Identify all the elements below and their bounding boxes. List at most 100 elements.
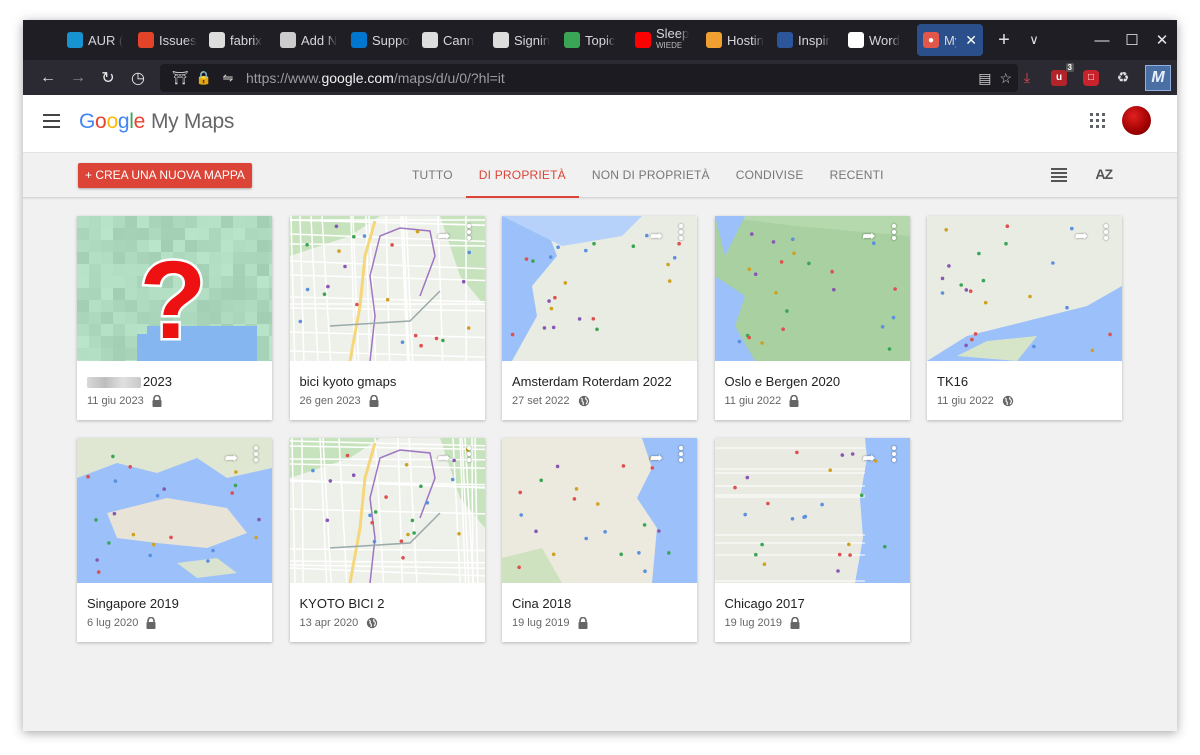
reader-view-icon[interactable]: ▤ [978, 70, 991, 87]
map-meta: 19 lug 2019 [725, 617, 801, 629]
map-title[interactable]: KYOTO BICI 2 [300, 596, 385, 611]
browser-tab[interactable]: Issues [132, 24, 203, 56]
browser-tab[interactable]: Cann [416, 24, 487, 56]
arch-icon [67, 32, 83, 48]
map-thumbnail[interactable] [927, 216, 1122, 361]
map-thumbnail[interactable] [502, 216, 697, 361]
map-title[interactable]: 2023 [87, 374, 172, 389]
browser-tab[interactable]: Hostin [700, 24, 771, 56]
browser-tab[interactable]: Inspir [771, 24, 842, 56]
map-title[interactable]: TK16 [937, 374, 968, 389]
toolbar: + CREA UNA NUOVA MAPPA TUTTO DI PROPRIETÀ… [23, 153, 1177, 198]
map-card[interactable]: ➦ Chicago 2017 19 lug 2019 [714, 438, 910, 642]
reload-icon[interactable]: ↻ [93, 63, 123, 93]
more-options-icon[interactable] [891, 224, 896, 242]
browser-tab[interactable]: fabrix [203, 24, 274, 56]
more-options-icon[interactable] [466, 224, 471, 242]
browser-tab[interactable]: Add N [274, 24, 345, 56]
share-icon[interactable]: ➦ [437, 448, 450, 468]
map-title[interactable]: Cina 2018 [512, 596, 571, 611]
map-card[interactable]: ➦ Oslo e Bergen 2020 11 giu 2022 [714, 216, 910, 420]
history-icon[interactable]: ◷ [123, 63, 153, 93]
more-options-icon[interactable] [254, 446, 258, 464]
map-card[interactable]: ➦ Singapore 2019 6 lug 2020 [77, 438, 272, 642]
map-card[interactable]: ➦ Cina 2018 19 lug 2019 [502, 438, 697, 642]
extension-badge-icon[interactable]: u3 [1051, 62, 1074, 86]
chevron-down-icon[interactable]: ∨ [1019, 32, 1049, 48]
map-thumbnail[interactable] [289, 438, 485, 583]
list-view-icon[interactable] [1051, 168, 1067, 182]
lock-icon [152, 395, 162, 407]
share-icon[interactable]: ➦ [650, 226, 663, 246]
browser-tab[interactable]: Suppo [345, 24, 416, 56]
browser-tab[interactable]: Signin [487, 24, 558, 56]
tab-label: Suppo [372, 32, 410, 48]
map-card[interactable]: ➦ Amsterdam Roterdam 2022 27 set 2022 [502, 216, 697, 420]
map-card[interactable]: ? 2023 11 giu 2023 [77, 216, 272, 420]
map-card[interactable]: ➦ bici kyoto gmaps 26 gen 2023 [289, 216, 485, 420]
new-tab-icon[interactable]: + [989, 29, 1019, 52]
sort-az-icon[interactable]: AZ [1095, 166, 1113, 182]
rss-icon [280, 32, 296, 48]
map-thumbnail[interactable] [502, 438, 697, 583]
browser-tab[interactable]: Sleep WIEDE [629, 24, 700, 56]
avatar[interactable] [1122, 106, 1151, 135]
map-title[interactable]: Oslo e Bergen 2020 [725, 374, 841, 389]
extensions-puzzle-icon[interactable]: ♻ [1107, 60, 1139, 95]
map-thumbnail[interactable] [77, 438, 272, 583]
map-title[interactable]: Singapore 2019 [87, 596, 179, 611]
filter-tab[interactable]: NON DI PROPRIETÀ [579, 153, 723, 198]
hamburger-menu-icon[interactable] [43, 114, 60, 128]
close-window-icon[interactable]: ✕ [1147, 31, 1177, 49]
dell-icon [351, 32, 367, 48]
url-text[interactable]: https://www.google.com/maps/d/u/0/?hl=it [246, 70, 505, 86]
filter-tab[interactable]: DI PROPRIETÀ [465, 153, 579, 198]
browser-tab[interactable]: Topic [558, 24, 629, 56]
create-map-button[interactable]: + CREA UNA NUOVA MAPPA [78, 163, 252, 188]
lock-icon[interactable]: 🔒 [192, 70, 216, 86]
map-title[interactable]: bici kyoto gmaps [300, 374, 397, 389]
browser-tab-active[interactable]: ● My ✕ [917, 24, 983, 56]
url-bar[interactable]: ⛩ 🔒 ⇋ https://www.google.com/maps/d/u/0/… [160, 64, 1018, 92]
google-apps-icon[interactable] [1090, 113, 1105, 128]
share-icon[interactable]: ➦ [862, 448, 875, 468]
more-options-icon[interactable] [1104, 224, 1108, 242]
share-icon[interactable]: ➦ [862, 226, 875, 246]
more-options-icon[interactable] [679, 224, 683, 242]
filter-tab[interactable]: CONDIVISE [723, 153, 817, 198]
window-controls: — ☐ ✕ [1087, 20, 1177, 60]
map-card[interactable]: ➦ KYOTO BICI 2 13 apr 2020 [289, 438, 485, 642]
more-options-icon[interactable] [679, 446, 683, 464]
close-tab-icon[interactable]: ✕ [965, 32, 977, 49]
maximize-icon[interactable]: ☐ [1117, 31, 1147, 49]
map-title[interactable]: Amsterdam Roterdam 2022 [512, 374, 672, 389]
extensions-area: ⤓ u3 □ ♻ M [1011, 60, 1177, 95]
share-icon[interactable]: ➦ [225, 448, 238, 468]
back-icon[interactable]: ← [33, 63, 63, 93]
map-thumbnail[interactable]: ? [77, 216, 272, 361]
map-title[interactable]: Chicago 2017 [725, 596, 805, 611]
permissions-icon[interactable]: ⇋ [216, 70, 240, 86]
forward-icon[interactable]: → [63, 63, 93, 93]
download-icon[interactable]: ⤓ [1011, 60, 1043, 95]
menu-logo-icon[interactable]: M [1145, 64, 1171, 91]
map-thumbnail[interactable] [714, 216, 910, 361]
filter-tab[interactable]: RECENTI [817, 153, 897, 198]
ublock-icon[interactable]: □ [1083, 69, 1099, 86]
filter-tab[interactable]: TUTTO [399, 153, 466, 198]
map-card[interactable]: ➦ TK16 11 giu 2022 [927, 216, 1122, 420]
more-options-icon[interactable] [466, 446, 471, 464]
mymaps-icon: ● [923, 32, 939, 48]
lock-icon [578, 617, 587, 629]
more-options-icon[interactable] [891, 446, 896, 464]
map-thumbnail[interactable] [289, 216, 485, 361]
minimize-icon[interactable]: — [1087, 32, 1117, 49]
share-icon[interactable]: ➦ [650, 448, 663, 468]
browser-tab[interactable]: AUR ( [61, 24, 132, 56]
map-thumbnail[interactable] [714, 438, 910, 583]
map-meta: 27 set 2022 [512, 395, 590, 407]
shield-icon[interactable]: ⛩ [168, 70, 192, 86]
share-icon[interactable]: ➦ [1075, 226, 1088, 246]
browser-tab[interactable]: Word [842, 24, 913, 56]
share-icon[interactable]: ➦ [437, 226, 450, 246]
